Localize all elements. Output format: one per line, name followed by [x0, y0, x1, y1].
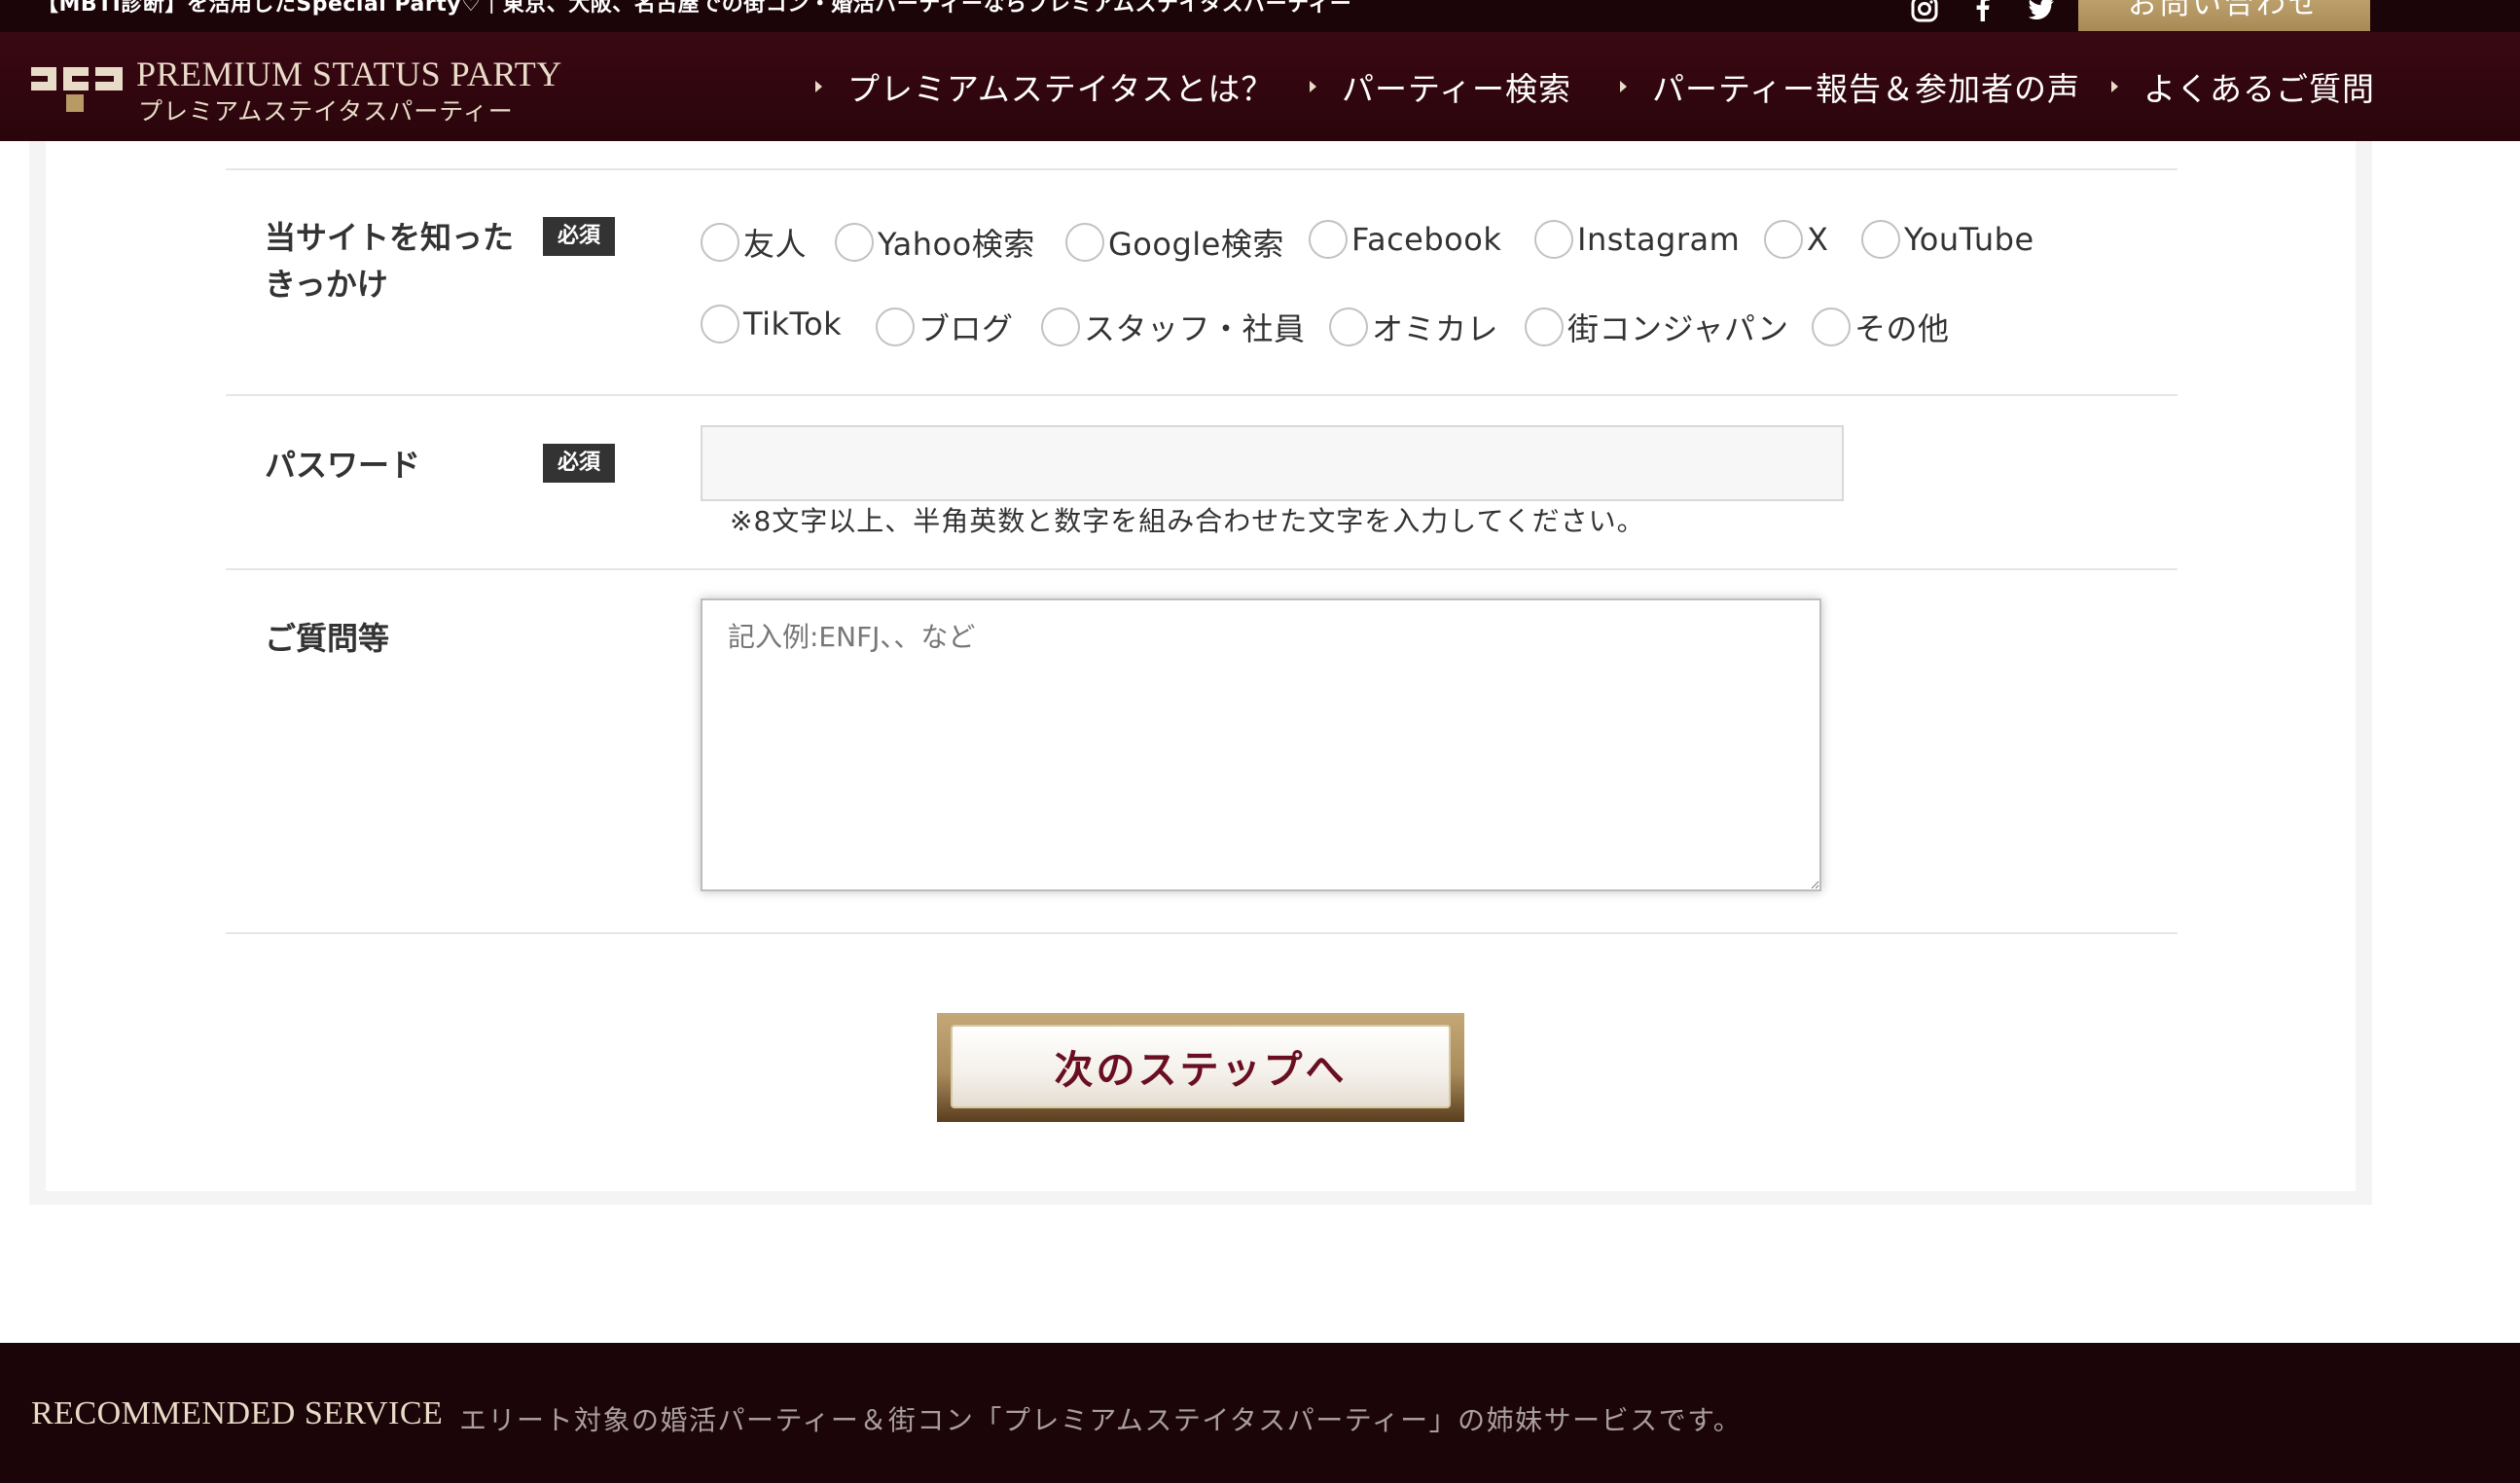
- radio-option-yahoo[interactable]: Yahoo検索: [835, 220, 1035, 265]
- radio-option-staff[interactable]: スタッフ・社員: [1041, 305, 1306, 349]
- radio-button[interactable]: [1861, 220, 1900, 259]
- chevron-right-icon: [1620, 81, 1627, 92]
- divider: [226, 394, 2178, 396]
- radio-option-other[interactable]: その他: [1812, 305, 1950, 349]
- radio-option-blog[interactable]: ブログ: [876, 305, 1014, 349]
- logo-text-en: PREMIUM STATUS PARTY: [136, 54, 562, 93]
- nav-item-about[interactable]: プレミアムステイタスとは？: [815, 63, 1274, 110]
- site-tagline: 【MBTI診断】を活用したSpecial Party♡｜東京、大阪、名古屋での街…: [37, 0, 1352, 17]
- footer-description: エリート対象の婚活パーティー＆街コン「プレミアムステイタスパーティー」の姉妹サー…: [459, 1404, 1743, 1436]
- questions-label: ご質問等: [265, 620, 390, 657]
- radio-button[interactable]: [1329, 307, 1368, 346]
- facebook-icon[interactable]: [1965, 0, 2000, 23]
- divider: [226, 568, 2178, 570]
- chevron-right-icon: [1310, 81, 1316, 92]
- password-input[interactable]: [701, 425, 1844, 501]
- nav-item-reports[interactable]: パーティー報告＆参加者の声: [1620, 63, 2080, 110]
- logo-mark-icon: [31, 67, 123, 112]
- radio-button[interactable]: [1041, 307, 1080, 346]
- password-note: ※8文字以上、半角英数と数字を組み合わせた文字を入力してください。: [730, 505, 1645, 537]
- chevron-right-icon: [2111, 81, 2118, 92]
- radio-option-omikare[interactable]: オミカレ: [1329, 305, 1498, 349]
- radio-button[interactable]: [1525, 307, 1564, 346]
- radio-option-google[interactable]: Google検索: [1065, 220, 1284, 265]
- radio-button[interactable]: [1764, 220, 1803, 259]
- radio-option-facebook[interactable]: Facebook: [1309, 220, 1501, 259]
- radio-button[interactable]: [701, 305, 739, 344]
- top-bar: 【MBTI診断】を活用したSpecial Party♡｜東京、大阪、名古屋での街…: [0, 0, 2520, 32]
- radio-button[interactable]: [876, 307, 915, 346]
- footer: RECOMMENDED SERVICE エリート対象の婚活パーティー＆街コン「プ…: [0, 1343, 2520, 1483]
- radio-option-friend[interactable]: 友人: [701, 220, 807, 265]
- contact-button[interactable]: お問い合わせ: [2078, 0, 2370, 31]
- radio-option-x[interactable]: X: [1764, 220, 1828, 259]
- twitter-icon[interactable]: [2024, 0, 2059, 23]
- questions-textarea[interactable]: [701, 598, 1821, 891]
- referral-label: 当サイトを知った きっかけ: [265, 219, 515, 303]
- radio-button[interactable]: [701, 223, 739, 262]
- radio-option-instagram[interactable]: Instagram: [1534, 220, 1740, 259]
- required-badge: 必須: [543, 444, 615, 483]
- divider: [226, 168, 2178, 170]
- radio-button[interactable]: [1534, 220, 1573, 259]
- nav-item-party-search[interactable]: パーティー検索: [1310, 63, 1571, 110]
- next-button-frame: 次のステップへ: [937, 1013, 1464, 1122]
- radio-button[interactable]: [835, 223, 874, 262]
- site-header: PREMIUM STATUS PARTY プレミアムステイタスパーティー プレミ…: [0, 32, 2520, 141]
- logo-text-ja: プレミアムステイタスパーティー: [138, 99, 514, 126]
- divider: [226, 932, 2178, 934]
- nav-item-faq[interactable]: よくあるご質問: [2111, 63, 2375, 110]
- radio-option-machicon-japan[interactable]: 街コンジャパン: [1525, 305, 1789, 349]
- next-step-button[interactable]: 次のステップへ: [951, 1025, 1451, 1108]
- password-label: パスワード: [265, 447, 421, 484]
- radio-button[interactable]: [1065, 223, 1104, 262]
- radio-button[interactable]: [1812, 307, 1851, 346]
- radio-button[interactable]: [1309, 220, 1348, 259]
- instagram-icon[interactable]: [1907, 0, 1942, 23]
- chevron-right-icon: [815, 81, 822, 92]
- radio-option-tiktok[interactable]: TikTok: [701, 305, 842, 344]
- footer-title: RECOMMENDED SERVICE: [31, 1395, 444, 1431]
- radio-option-youtube[interactable]: YouTube: [1861, 220, 2034, 259]
- required-badge: 必須: [543, 217, 615, 256]
